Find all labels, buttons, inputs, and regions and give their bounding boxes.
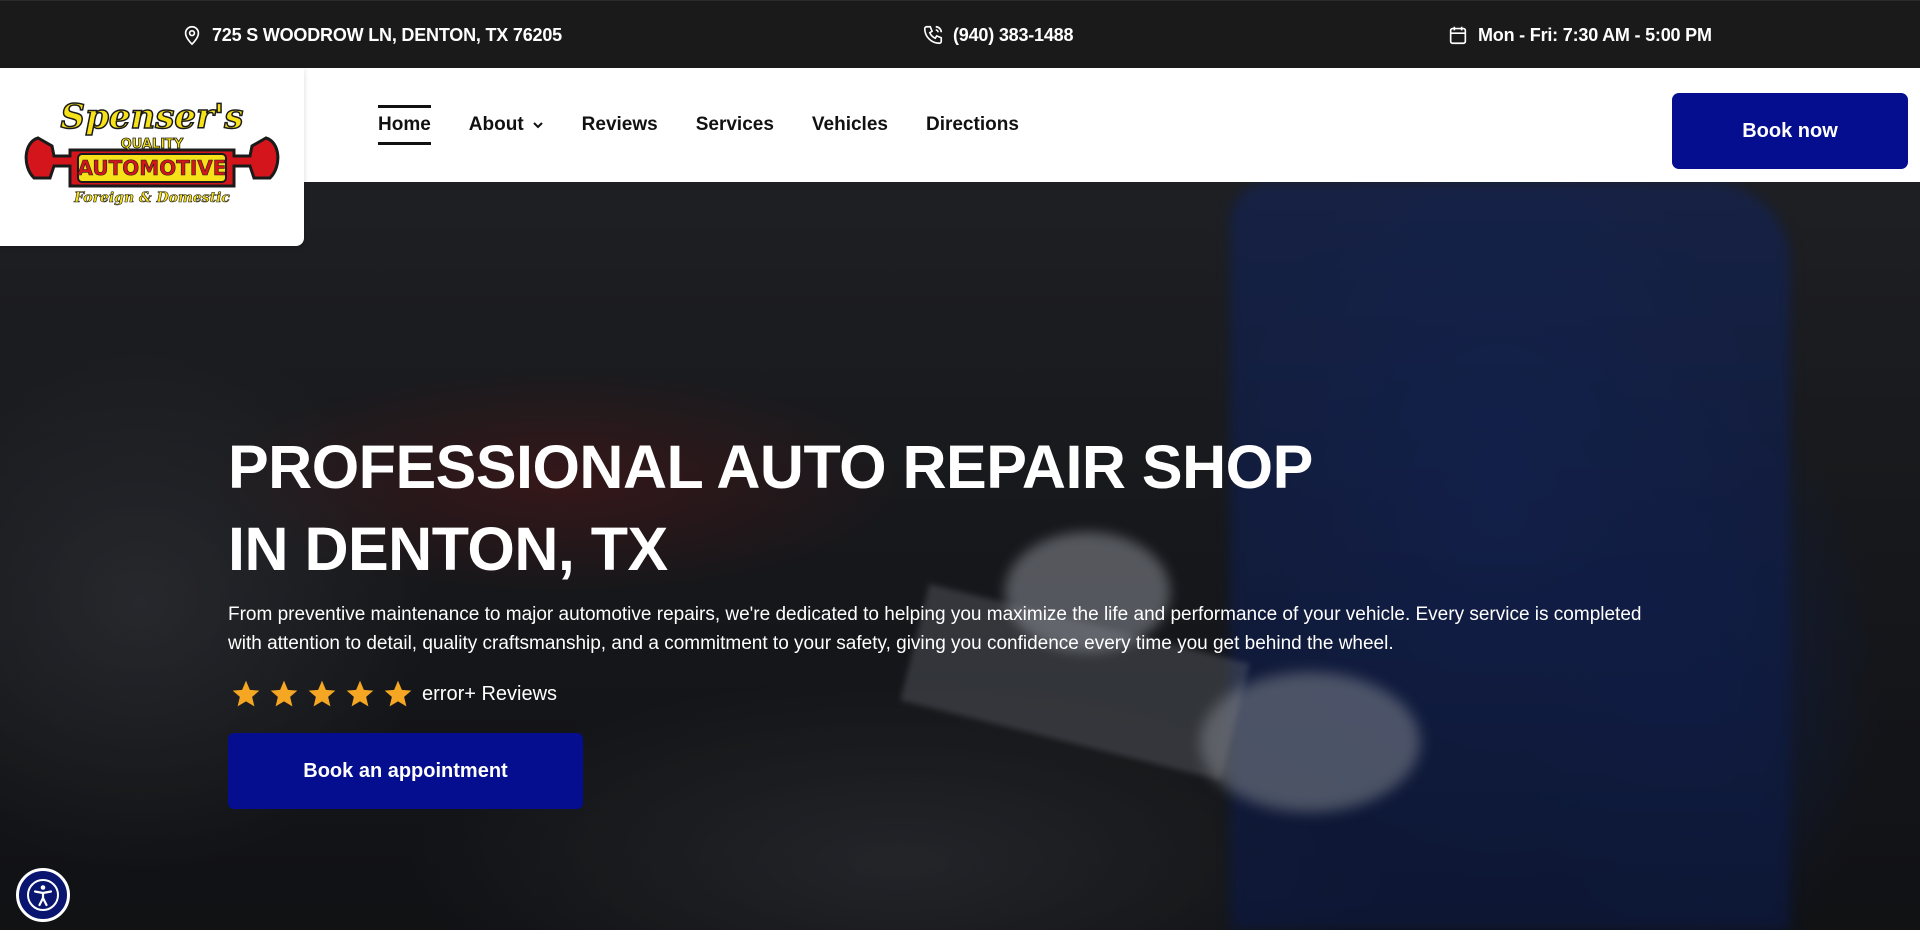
top-info-bar: 725 S WOODROW LN, DENTON, TX 76205 (940)… [0,0,1920,68]
star-icon [232,680,260,707]
logo-tagline-text: Foreign & Domestic [73,190,230,206]
nav-label: About [468,114,524,135]
hero-title: PROFESSIONAL AUTO REPAIR SHOP IN DENTON,… [228,426,1528,590]
nav-item-reviews[interactable]: Reviews [582,105,658,145]
logo[interactable]: AUTOMOTIVE Spenser's QUALITY Foreign & D… [0,68,304,246]
star-icon [384,680,412,707]
wrench-logo-icon: AUTOMOTIVE Spenser's QUALITY Foreign & D… [24,96,280,206]
chevron-down-icon [532,122,543,129]
hours-text: Mon - Fri: 7:30 AM - 5:00 PM [1478,24,1712,45]
phone-icon [923,25,943,45]
accessibility-icon [27,879,59,911]
nav-item-about[interactable]: About [469,105,544,145]
logo-quality-text: QUALITY [121,137,184,152]
nav-label: Directions [925,114,1019,135]
book-now-button[interactable]: Book now [1672,93,1908,169]
logo-name-text: Spenser's [61,97,244,137]
nav-item-vehicles[interactable]: Vehicles [812,105,888,145]
phone-info[interactable]: (940) 383-1488 [922,1,1073,69]
location-pin-icon [184,25,200,46]
nav-label: Home [378,114,431,135]
star-icon [346,680,374,707]
logo-automotive-text: AUTOMOTIVE [78,156,227,180]
star-icon [308,680,336,707]
main-nav: Home About Reviews Services Vehicles Dir… [378,68,1019,182]
reviews-count[interactable]: error+ Reviews [422,683,557,706]
nav-label: Services [695,114,774,135]
calendar-icon [1449,26,1467,45]
nav-item-directions[interactable]: Directions [926,105,1019,145]
hours-info: Mon - Fri: 7:30 AM - 5:00 PM [1447,1,1712,69]
nav-label: Vehicles [811,114,888,135]
hero-section: PROFESSIONAL AUTO REPAIR SHOP IN DENTON,… [0,182,1920,930]
hero-title-line-2: IN DENTON, TX [228,515,668,583]
star-rating [230,678,414,710]
nav-label: Reviews [581,114,658,135]
hero-title-line-1: PROFESSIONAL AUTO REPAIR SHOP [228,433,1313,501]
star-icon [270,680,298,707]
address-text: 725 S WOODROW LN, DENTON, TX 76205 [212,24,562,45]
address-info[interactable]: 725 S WOODROW LN, DENTON, TX 76205 [181,1,562,69]
nav-item-home[interactable]: Home [378,105,431,145]
rating: error+ Reviews [230,678,557,710]
phone-text: (940) 383-1488 [953,24,1074,45]
hero-description: From preventive maintenance to major aut… [228,604,1642,654]
book-appointment-button[interactable]: Book an appointment [228,733,583,809]
accessibility-button[interactable] [16,868,70,922]
nav-item-services[interactable]: Services [696,105,774,145]
